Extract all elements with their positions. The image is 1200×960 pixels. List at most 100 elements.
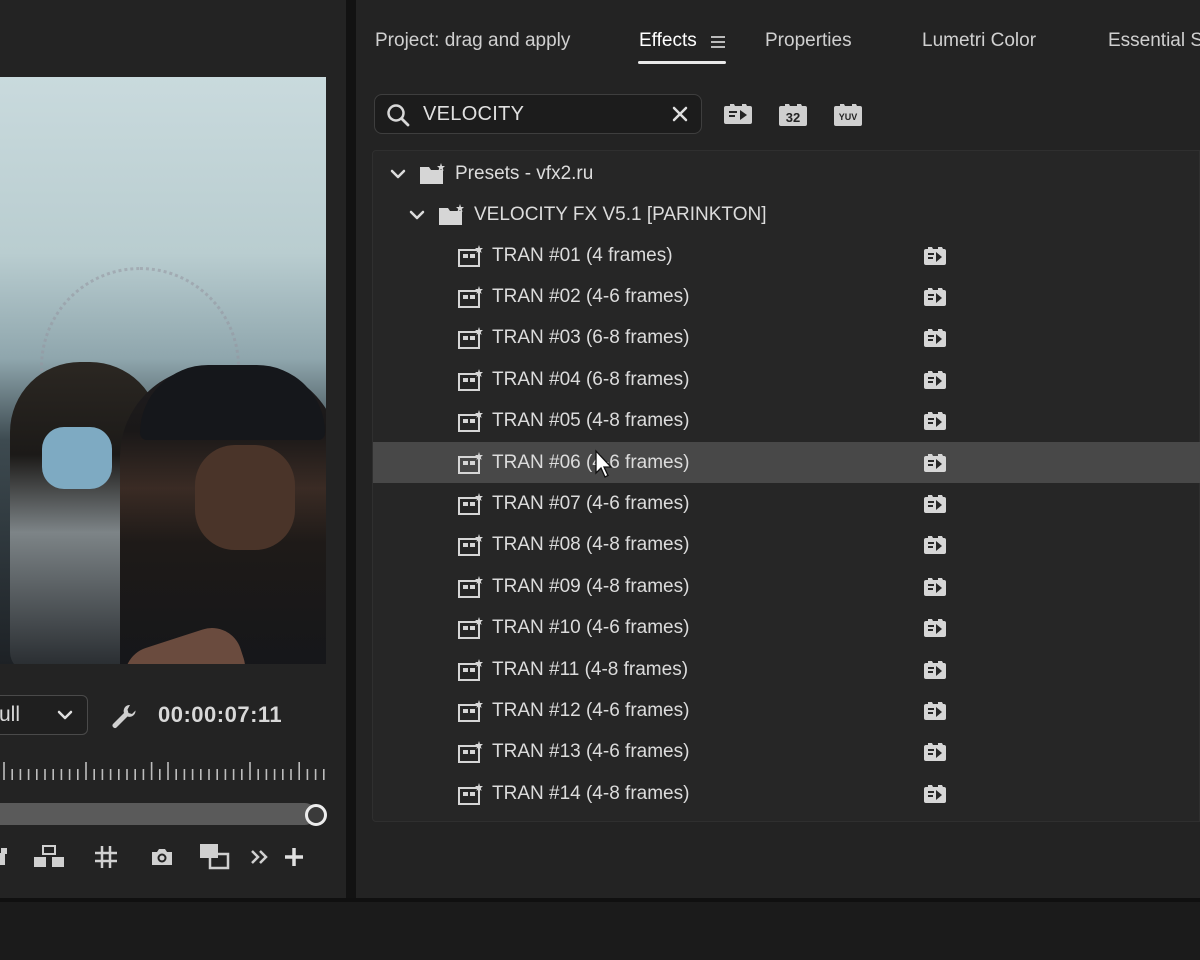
accelerated-badge-icon bbox=[924, 287, 946, 306]
playhead-handle[interactable] bbox=[305, 804, 327, 826]
preset-item[interactable]: TRAN #11 (4-8 frames) bbox=[373, 649, 1200, 690]
extract-icon[interactable] bbox=[32, 840, 66, 874]
accelerated-badge-icon bbox=[924, 784, 946, 803]
panel-divider[interactable] bbox=[346, 0, 356, 898]
preset-label: TRAN #05 (4-8 frames) bbox=[492, 410, 690, 432]
preset-icon bbox=[458, 368, 483, 391]
effects-search-field[interactable]: VELOCITY bbox=[374, 94, 702, 134]
yuv-icon[interactable]: YUV bbox=[832, 100, 864, 128]
32-bit-icon[interactable]: 32 bbox=[777, 100, 809, 128]
preset-label: TRAN #11 (4-8 frames) bbox=[492, 658, 689, 680]
accelerated-badge-icon bbox=[924, 536, 946, 555]
face-mask bbox=[42, 427, 112, 489]
preset-icon bbox=[458, 244, 483, 267]
lift-icon[interactable] bbox=[0, 840, 20, 874]
preset-icon bbox=[458, 327, 483, 350]
preset-icon bbox=[458, 617, 483, 640]
preset-icon bbox=[458, 741, 483, 764]
accelerated-badge-icon bbox=[924, 412, 946, 431]
accelerated-badge-icon bbox=[924, 577, 946, 596]
preset-item[interactable]: TRAN #10 (4-6 frames) bbox=[373, 608, 1200, 649]
preset-item[interactable]: TRAN #05 (4-8 frames) bbox=[373, 401, 1200, 442]
accelerated-badge-icon bbox=[924, 743, 946, 762]
mouse-cursor-icon bbox=[595, 449, 613, 478]
playback-resolution-dropdown[interactable]: ull bbox=[0, 695, 88, 735]
preset-icon bbox=[458, 658, 483, 681]
tree-subfolder[interactable]: VELOCITY FX V5.1 [PARINKTON] bbox=[373, 194, 1200, 235]
search-input[interactable]: VELOCITY bbox=[423, 103, 524, 126]
time-ruler[interactable] bbox=[0, 760, 326, 782]
preset-item[interactable]: TRAN #09 (4-8 frames) bbox=[373, 566, 1200, 607]
tab-project[interactable]: Project: drag and apply bbox=[375, 30, 570, 52]
active-tab-indicator bbox=[638, 61, 726, 64]
accelerated-badge-icon bbox=[924, 660, 946, 679]
preset-label: TRAN #07 (4-6 frames) bbox=[492, 492, 690, 514]
panel-menu-icon[interactable] bbox=[710, 34, 726, 50]
preset-item[interactable]: TRAN #04 (6-8 frames) bbox=[373, 359, 1200, 400]
preset-item[interactable]: TRAN #01 (4 frames) bbox=[373, 235, 1200, 276]
panel-tabs: Project: drag and apply Effects Properti… bbox=[356, 0, 1200, 80]
yuv-label: YUV bbox=[839, 112, 858, 122]
preset-label: TRAN #02 (4-6 frames) bbox=[492, 285, 690, 307]
add-icon[interactable] bbox=[277, 840, 311, 874]
preset-item[interactable]: TRAN #06 (4-6 frames) bbox=[373, 442, 1200, 483]
effects-tree: Presets - vfx2.ru VELOCITY FX V5.1 [PARI… bbox=[372, 150, 1200, 822]
face bbox=[195, 445, 295, 550]
close-icon[interactable] bbox=[669, 103, 691, 125]
preset-label: TRAN #03 (6-8 frames) bbox=[492, 327, 690, 349]
preset-folder-icon bbox=[420, 162, 445, 184]
tab-properties[interactable]: Properties bbox=[765, 30, 852, 52]
preset-icon bbox=[458, 782, 483, 805]
accelerated-badge-icon bbox=[924, 329, 946, 348]
preset-icon bbox=[458, 492, 483, 515]
preset-label: TRAN #08 (4-8 frames) bbox=[492, 534, 690, 556]
grid-icon[interactable] bbox=[89, 840, 123, 874]
accelerated-badge-icon bbox=[924, 370, 946, 389]
tree-root-folder[interactable]: Presets - vfx2.ru bbox=[373, 153, 1200, 194]
preset-item[interactable]: TRAN #14 (4-8 frames) bbox=[373, 773, 1200, 814]
wrench-icon[interactable] bbox=[110, 702, 138, 730]
tree-root-label: Presets - vfx2.ru bbox=[455, 162, 594, 184]
tab-essential-sound[interactable]: Essential Sc bbox=[1108, 30, 1200, 52]
preset-label: TRAN #14 (4-8 frames) bbox=[492, 782, 690, 804]
preset-icon bbox=[458, 451, 483, 474]
compare-icon[interactable] bbox=[198, 840, 232, 874]
preset-item[interactable]: TRAN #03 (6-8 frames) bbox=[373, 318, 1200, 359]
preset-item[interactable]: TRAN #08 (4-8 frames) bbox=[373, 525, 1200, 566]
preset-item[interactable]: TRAN #07 (4-6 frames) bbox=[373, 483, 1200, 524]
preset-label: TRAN #04 (6-8 frames) bbox=[492, 368, 690, 390]
preset-icon bbox=[458, 699, 483, 722]
timecode[interactable]: 00:00:07:11 bbox=[158, 702, 282, 728]
tab-effects[interactable]: Effects bbox=[639, 30, 697, 52]
accelerated-badge-icon bbox=[924, 246, 946, 265]
tree-subfolder-label: VELOCITY FX V5.1 [PARINKTON] bbox=[474, 203, 767, 225]
tab-lumetri-color[interactable]: Lumetri Color bbox=[922, 30, 1036, 52]
scrub-bar[interactable] bbox=[0, 803, 316, 825]
effects-panel: Project: drag and apply Effects Properti… bbox=[356, 0, 1200, 898]
accelerated-badge-icon bbox=[924, 453, 946, 472]
chevron-down-icon[interactable] bbox=[389, 165, 407, 183]
accelerated-badge-icon bbox=[924, 701, 946, 720]
preset-icon bbox=[458, 575, 483, 598]
accelerated-badge-icon bbox=[924, 494, 946, 513]
preset-label: TRAN #09 (4-8 frames) bbox=[492, 575, 690, 597]
transport-controls bbox=[0, 840, 340, 876]
more-icon[interactable] bbox=[243, 840, 277, 874]
preset-label: TRAN #06 (4-6 frames) bbox=[492, 451, 690, 473]
resolution-value: ull bbox=[0, 703, 21, 726]
chevron-down-icon[interactable] bbox=[408, 206, 426, 224]
preset-item[interactable]: TRAN #02 (4-6 frames) bbox=[373, 276, 1200, 317]
video-preview[interactable] bbox=[0, 77, 326, 664]
search-icon bbox=[387, 104, 410, 127]
camera-icon[interactable] bbox=[145, 840, 179, 874]
preset-label: TRAN #12 (4-6 frames) bbox=[492, 699, 690, 721]
chevron-down-icon bbox=[57, 710, 73, 720]
preset-item[interactable]: TRAN #12 (4-6 frames) bbox=[373, 690, 1200, 731]
accelerated-effects-icon[interactable] bbox=[722, 100, 754, 128]
preset-icon bbox=[458, 410, 483, 433]
preset-folder-icon bbox=[439, 203, 464, 225]
program-monitor: ull 00:00:07:11 bbox=[0, 0, 346, 898]
preset-label: TRAN #10 (4-6 frames) bbox=[492, 617, 690, 639]
accelerated-badge-icon bbox=[924, 619, 946, 638]
preset-item[interactable]: TRAN #13 (4-6 frames) bbox=[373, 732, 1200, 773]
